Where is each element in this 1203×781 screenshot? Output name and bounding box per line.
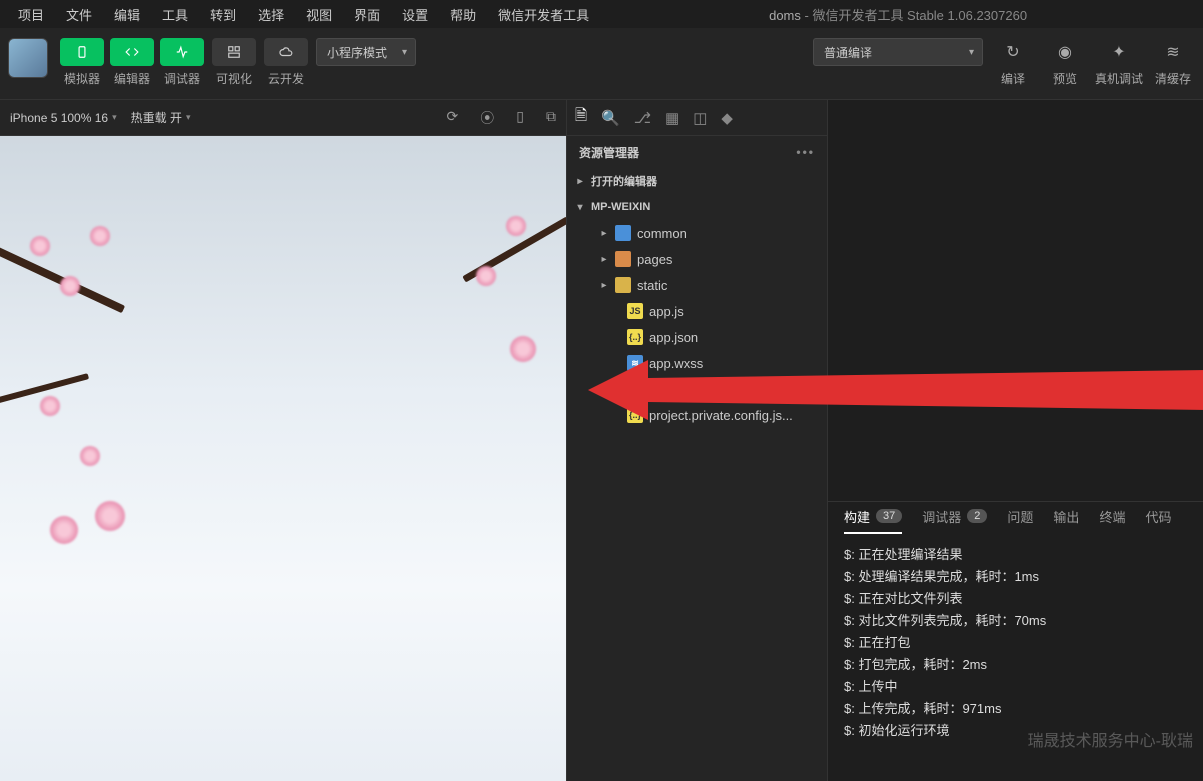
- activity-bar: 🗎 🔍 ⎇ ▦ ◫ ◆: [567, 100, 827, 136]
- bottom-tabs: 构建37 调试器2 问题 输出 终端 代码: [828, 502, 1203, 538]
- compile-button[interactable]: ↻: [991, 38, 1035, 66]
- simulator-toggle[interactable]: [60, 38, 104, 66]
- tree-item-label: static: [637, 278, 667, 293]
- menu-project[interactable]: 项目: [8, 1, 54, 28]
- hotreload-toggle[interactable]: 热重载 开: [131, 109, 191, 126]
- log-line: $: 正在对比文件列表: [844, 588, 1187, 610]
- workspace: iPhone 5 100% 16 热重载 开 ⟳ ⦿ ▯ ⧉: [0, 100, 1203, 781]
- popout-icon[interactable]: ⧉: [546, 108, 556, 128]
- compile-group: 普通编译: [813, 38, 983, 66]
- log-output[interactable]: $: 正在处理编译结果$: 处理编译结果完成，耗时：1ms$: 正在对比文件列表…: [828, 538, 1203, 781]
- menu-edit[interactable]: 编辑: [104, 1, 150, 28]
- folder-icon: [615, 225, 631, 241]
- js-icon: JS: [627, 303, 643, 319]
- layout-icon[interactable]: ◫: [693, 109, 707, 127]
- simulator-pane: iPhone 5 100% 16 热重载 开 ⟳ ⦿ ▯ ⧉: [0, 100, 566, 781]
- mode-select[interactable]: 小程序模式: [316, 38, 416, 66]
- clear-cache-label: 清缓存: [1155, 70, 1191, 87]
- explorer-more-icon[interactable]: •••: [796, 145, 815, 159]
- simulator-canvas[interactable]: [0, 136, 566, 781]
- log-line: $: 上传中: [844, 676, 1187, 698]
- panel-toggles: 模拟器 编辑器 调试器: [60, 38, 204, 87]
- menubar: 项目 文件 编辑 工具 转到 选择 视图 界面 设置 帮助 微信开发者工具 do…: [0, 0, 1203, 28]
- folder-item[interactable]: ▸common: [567, 220, 827, 246]
- menu-file[interactable]: 文件: [56, 1, 102, 28]
- menu-view[interactable]: 视图: [296, 1, 342, 28]
- project-section[interactable]: ▾MP-WEIXIN: [567, 194, 827, 220]
- cloud-label: 云开发: [268, 70, 304, 87]
- preview-button[interactable]: ◉: [1043, 38, 1087, 66]
- visual-label: 可视化: [216, 70, 252, 87]
- real-debug-button[interactable]: ✦: [1097, 38, 1141, 66]
- debugger-label: 调试器: [160, 70, 204, 87]
- simulator-label: 模拟器: [60, 70, 104, 87]
- window-title: doms - 微信开发者工具 Stable 1.06.2307260: [601, 5, 1195, 24]
- mode-group: 小程序模式: [316, 38, 416, 66]
- tab-terminal[interactable]: 终端: [1099, 507, 1125, 534]
- device-select[interactable]: iPhone 5 100% 16: [10, 111, 117, 125]
- extensions-icon[interactable]: ▦: [665, 109, 679, 127]
- folder-o-icon: [615, 251, 631, 267]
- compile-select[interactable]: 普通编译: [813, 38, 983, 66]
- folder-item[interactable]: ▸static: [567, 272, 827, 298]
- tab-build[interactable]: 构建37: [844, 507, 902, 534]
- visual-group: 可视化: [212, 38, 256, 87]
- build-badge: 37: [876, 509, 902, 523]
- log-line: $: 对比文件列表完成，耗时：70ms: [844, 610, 1187, 632]
- menu-ui[interactable]: 界面: [344, 1, 390, 28]
- log-line: $: 初始化运行环境: [844, 720, 1187, 742]
- tab-output[interactable]: 输出: [1053, 507, 1079, 534]
- editor-label: 编辑器: [110, 70, 154, 87]
- avatar[interactable]: [8, 38, 48, 78]
- log-line: $: 正在处理编译结果: [844, 544, 1187, 566]
- log-line: $: 上传完成，耗时：971ms: [844, 698, 1187, 720]
- folder-item[interactable]: ▸pages: [567, 246, 827, 272]
- tree-item-label: app.js: [649, 304, 684, 319]
- log-line: $: 正在打包: [844, 632, 1187, 654]
- menu-help[interactable]: 帮助: [440, 1, 486, 28]
- preview-label: 预览: [1053, 70, 1077, 87]
- refresh-icon[interactable]: ⟳: [447, 108, 459, 128]
- clear-cache-button[interactable]: ≋: [1151, 38, 1195, 66]
- file-item[interactable]: JS app.js: [567, 298, 827, 324]
- log-line: $: 处理编译结果完成，耗时：1ms: [844, 566, 1187, 588]
- docker-icon[interactable]: ◆: [721, 109, 733, 127]
- bottom-panel: 构建37 调试器2 问题 输出 终端 代码 $: 正在处理编译结果$: 处理编译…: [828, 501, 1203, 781]
- explorer-title: 资源管理器: [579, 144, 639, 161]
- menu-settings[interactable]: 设置: [392, 1, 438, 28]
- file-tree: ▸打开的编辑器 ▾MP-WEIXIN ▸common▸pages▸staticJ…: [567, 168, 827, 781]
- toolbar: 模拟器 编辑器 调试器 可视化 云开发 小程序模式 普通编译 ↻ 编译 ◉ 预览 ✦…: [0, 28, 1203, 100]
- device-icon[interactable]: ▯: [516, 108, 524, 128]
- menu-wechat-devtools[interactable]: 微信开发者工具: [488, 1, 599, 28]
- tab-debugger[interactable]: 调试器2: [922, 507, 987, 534]
- stop-icon[interactable]: ⦿: [480, 108, 494, 128]
- menu-tools[interactable]: 工具: [152, 1, 198, 28]
- menu-select[interactable]: 选择: [248, 1, 294, 28]
- editor-toggle[interactable]: [110, 38, 154, 66]
- simulator-bar: iPhone 5 100% 16 热重载 开 ⟳ ⦿ ▯ ⧉: [0, 100, 566, 136]
- tree-item-label: pages: [637, 252, 672, 267]
- search-icon[interactable]: 🔍: [601, 109, 620, 127]
- real-debug-label: 真机调试: [1095, 70, 1143, 87]
- folder-y-icon: [615, 277, 631, 293]
- editor-area: [828, 100, 1203, 501]
- files-icon[interactable]: 🗎: [575, 105, 587, 130]
- annotation-arrow: [588, 330, 1203, 450]
- debugger-toggle[interactable]: [160, 38, 204, 66]
- tree-item-label: common: [637, 226, 687, 241]
- git-icon[interactable]: ⎇: [634, 109, 651, 127]
- menu-goto[interactable]: 转到: [200, 1, 246, 28]
- compile-label: 编译: [1001, 70, 1025, 87]
- right-pane: 构建37 调试器2 问题 输出 终端 代码 $: 正在处理编译结果$: 处理编译…: [828, 100, 1203, 781]
- cloud-button[interactable]: [264, 38, 308, 66]
- tab-problems[interactable]: 问题: [1007, 507, 1033, 534]
- cloud-group: 云开发: [264, 38, 308, 87]
- debugger-badge: 2: [967, 509, 987, 523]
- visual-button[interactable]: [212, 38, 256, 66]
- log-line: $: 打包完成，耗时：2ms: [844, 654, 1187, 676]
- open-editors-section[interactable]: ▸打开的编辑器: [567, 168, 827, 194]
- explorer-header: 资源管理器 •••: [567, 136, 827, 168]
- tab-code[interactable]: 代码: [1145, 507, 1171, 534]
